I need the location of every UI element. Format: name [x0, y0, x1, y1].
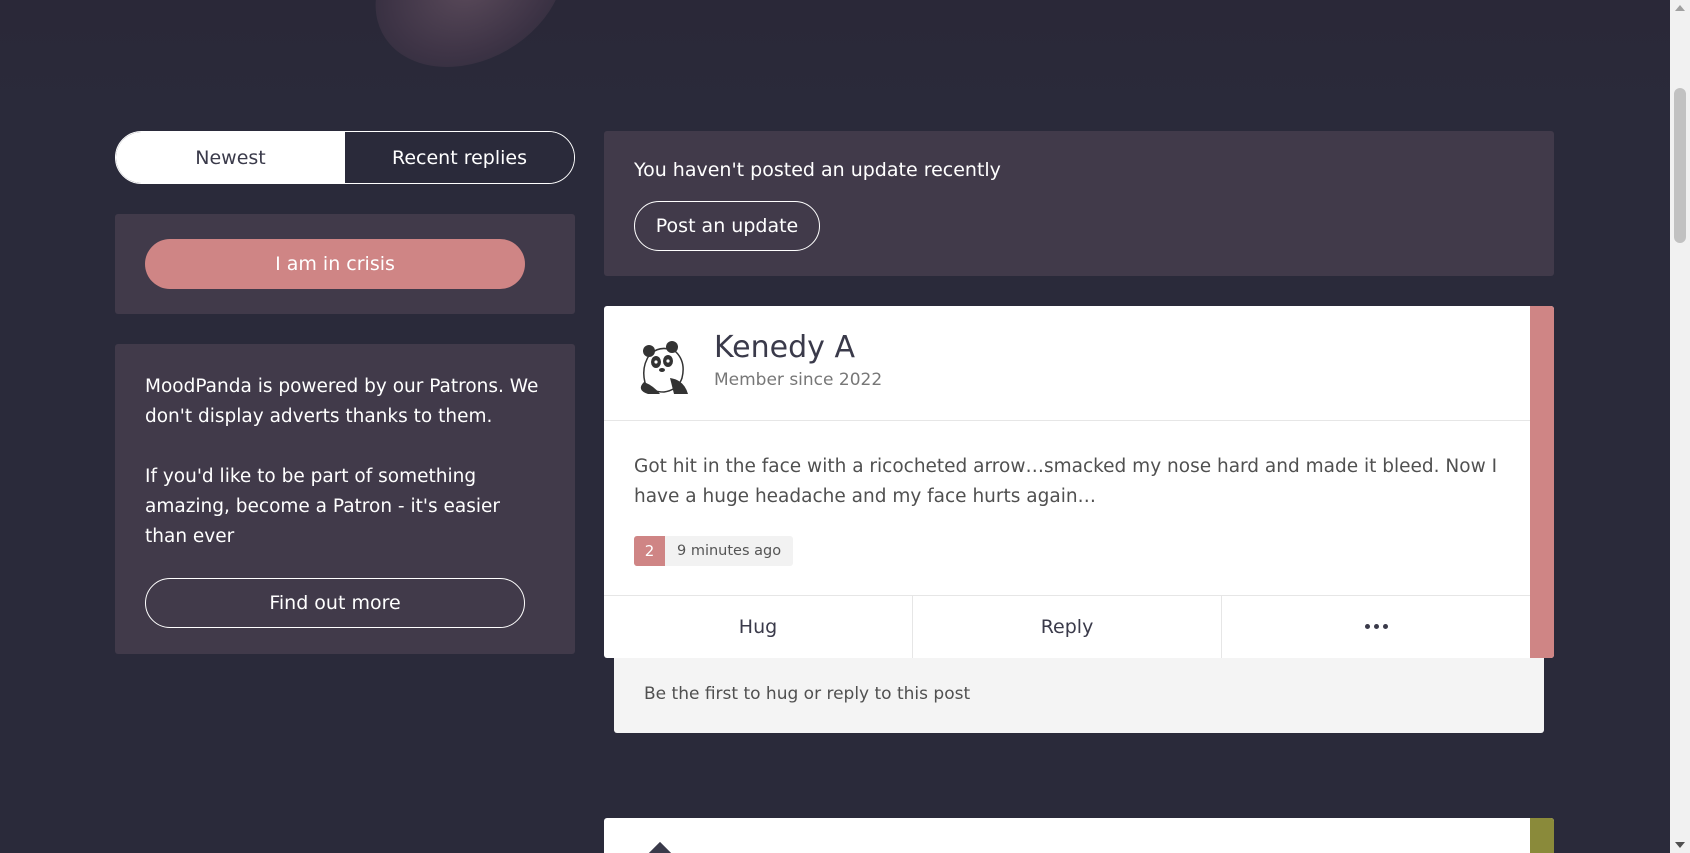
divider	[604, 420, 1530, 421]
scroll-up-arrow-icon[interactable]	[1675, 5, 1685, 11]
next-post-card	[604, 818, 1554, 853]
scroll-down-arrow-icon[interactable]	[1675, 842, 1685, 848]
post-update-button[interactable]: Post an update	[634, 201, 820, 251]
avatar[interactable]	[645, 841, 675, 853]
more-dots-icon	[1364, 624, 1388, 629]
reply-prompt-text: Be the first to hug or reply to this pos…	[644, 684, 971, 704]
mood-color-strip	[1530, 818, 1554, 853]
post-body: Got hit in the face with a ricocheted ar…	[634, 456, 1498, 507]
hug-button[interactable]: Hug	[604, 595, 913, 658]
update-panel: You haven't posted an update recently Po…	[604, 131, 1554, 276]
post-card: Kenedy A Member since 2022 Got hit in th…	[604, 306, 1554, 658]
mood-color-strip	[1530, 306, 1554, 658]
patron-line-1: MoodPanda is powered by our Patrons. We …	[145, 376, 539, 427]
scrollbar-thumb[interactable]	[1674, 88, 1686, 243]
post-meta: 2 9 minutes ago	[634, 536, 794, 566]
more-options-button[interactable]	[1222, 595, 1530, 658]
post-author-name[interactable]: Kenedy A	[714, 330, 855, 365]
reply-button[interactable]: Reply	[913, 595, 1222, 658]
post-actions: Hug Reply	[604, 595, 1530, 658]
patron-line-2: If you'd like to be part of something am…	[145, 466, 500, 547]
patron-panel: MoodPanda is powered by our Patrons. We …	[115, 344, 575, 654]
header-background	[0, 0, 1670, 120]
scrollbar[interactable]	[1670, 0, 1690, 853]
reply-prompt-box: Be the first to hug or reply to this pos…	[614, 658, 1544, 733]
tab-newest[interactable]: Newest	[116, 132, 345, 183]
mood-score-badge: 2	[634, 536, 665, 566]
update-prompt: You haven't posted an update recently	[634, 159, 1001, 181]
crisis-panel: I am in crisis	[115, 214, 575, 314]
avatar[interactable]	[630, 332, 694, 396]
panda-avatar-icon	[640, 341, 688, 394]
tab-recent-replies[interactable]: Recent replies	[345, 132, 574, 183]
crisis-button[interactable]: I am in crisis	[145, 239, 525, 289]
post-timestamp: 9 minutes ago	[665, 536, 794, 566]
feed-tabs: Newest Recent replies	[115, 131, 575, 184]
patron-text: MoodPanda is powered by our Patrons. We …	[145, 372, 545, 582]
find-out-more-button[interactable]: Find out more	[145, 578, 525, 628]
header-decoration	[345, 0, 595, 100]
member-since: Member since 2022	[714, 370, 883, 390]
